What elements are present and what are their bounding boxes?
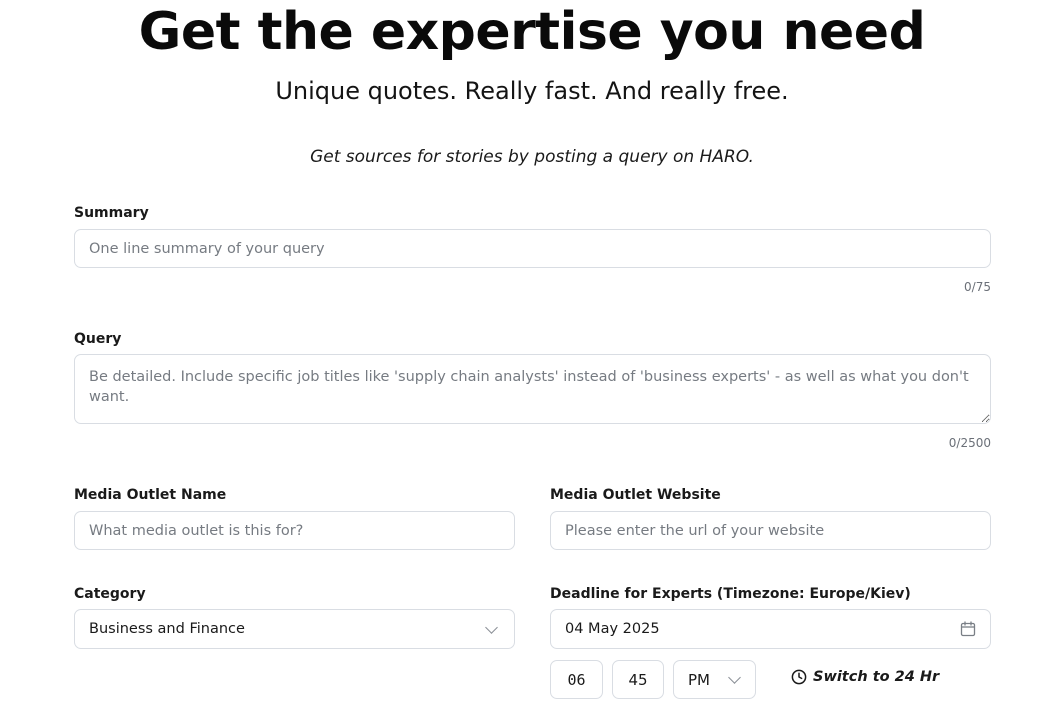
media-outlet-name-label: Media Outlet Name [74, 487, 227, 503]
category-selected-value: Business and Finance [89, 621, 245, 637]
query-textarea[interactable] [74, 354, 991, 424]
summary-counter: 0/75 [964, 280, 991, 294]
category-label: Category [74, 586, 146, 602]
clock-icon [791, 669, 807, 685]
page: Get the expertise you need Unique quotes… [0, 0, 1037, 722]
chevron-down-icon [728, 671, 741, 684]
calendar-icon[interactable] [960, 621, 976, 637]
summary-label: Summary [74, 205, 149, 221]
deadline-period-value: PM [688, 670, 710, 689]
deadline-label: Deadline for Experts (Timezone: Europe/K… [550, 586, 911, 602]
deadline-minute-input[interactable]: 45 [612, 660, 664, 699]
media-outlet-website-label: Media Outlet Website [550, 487, 721, 503]
deadline-date-picker[interactable]: 04 May 2025 [550, 609, 991, 649]
switch-24hr-button[interactable]: Switch to 24 Hr [791, 669, 939, 685]
page-subtitle: Unique quotes. Really fast. And really f… [275, 77, 789, 105]
page-tagline: Get sources for stories by posting a que… [310, 147, 754, 167]
deadline-period-select[interactable]: PM [673, 660, 756, 699]
page-title: Get the expertise you need [138, 2, 926, 62]
query-counter: 0/2500 [948, 436, 991, 450]
query-label: Query [74, 331, 122, 347]
media-outlet-name-input[interactable] [74, 511, 515, 550]
switch-24hr-label: Switch to 24 Hr [813, 669, 940, 685]
chevron-down-icon [485, 620, 498, 634]
category-select[interactable]: Business and Finance [74, 609, 515, 649]
summary-input[interactable] [74, 229, 991, 268]
deadline-date-value: 04 May 2025 [565, 621, 660, 637]
media-outlet-website-input[interactable] [550, 511, 991, 550]
deadline-hour-input[interactable]: 06 [550, 660, 603, 699]
